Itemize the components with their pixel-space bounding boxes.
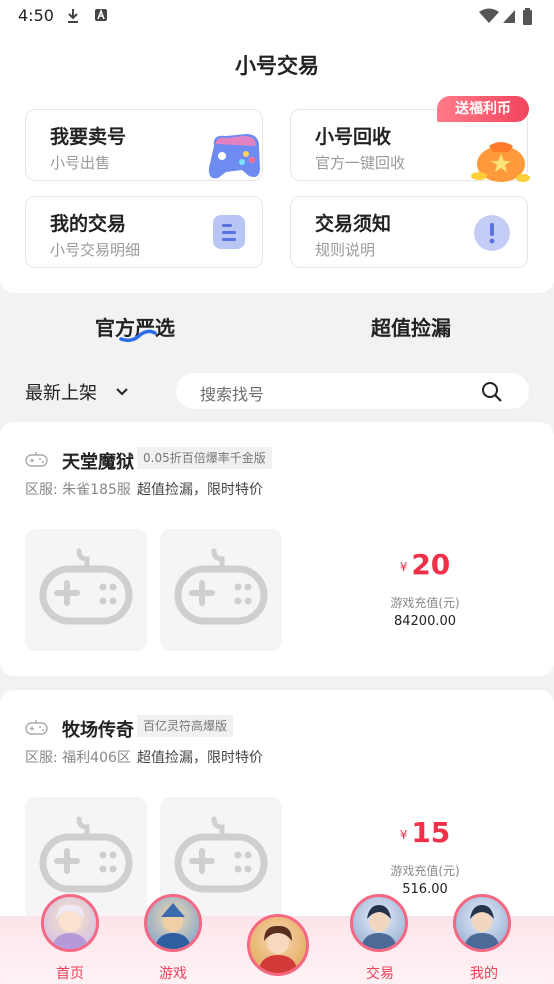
recharge-value: 84200.00 <box>393 614 457 629</box>
listing-price: ¥15 <box>380 816 470 849</box>
game-controller-icon <box>25 452 48 467</box>
exclamation-icon <box>474 215 510 251</box>
price-value: 15 <box>411 816 451 849</box>
nav-label-games[interactable]: 游戏 <box>138 963 208 983</box>
battery-icon <box>523 8 532 25</box>
character-portrait-icon <box>155 903 191 949</box>
character-portrait-icon <box>464 905 500 949</box>
nav-games-avatar[interactable] <box>144 894 202 952</box>
server-info: 区服: 福利406区 <box>25 750 131 766</box>
active-tab-indicator <box>119 329 157 343</box>
listing-description: 超值捡漏，限时特价 <box>137 482 263 498</box>
page-title: 小号交易 <box>235 54 319 78</box>
tile-subtitle: 小号交易明细 <box>50 241 141 259</box>
sell-account-tile[interactable]: 我要卖号 小号出售 <box>25 109 263 181</box>
gamepad-icon <box>208 134 260 179</box>
recharge-label: 游戏充值(元) <box>390 596 460 610</box>
status-time: 4:50 <box>18 6 54 25</box>
screenshot-placeholder[interactable] <box>25 529 147 651</box>
game-version-tag: 0.05折百倍爆率千金版 <box>137 447 272 469</box>
money-bag-icon <box>471 142 530 182</box>
nav-label-trade[interactable]: 交易 <box>345 963 415 983</box>
game-controller-icon <box>25 720 48 735</box>
sort-label: 最新上架 <box>25 383 97 404</box>
search-icon[interactable] <box>481 381 503 403</box>
server-info: 区服: 朱雀185服 <box>25 482 131 498</box>
my-trades-tile[interactable]: 我的交易 小号交易明细 <box>25 196 263 268</box>
tile-subtitle: 规则说明 <box>315 241 376 259</box>
nav-label-home[interactable]: 首页 <box>35 963 105 983</box>
tile-title: 我要卖号 <box>50 126 127 148</box>
download-icon <box>68 9 78 23</box>
tile-title: 小号回收 <box>315 126 392 148</box>
sort-dropdown[interactable]: 最新上架 <box>25 379 129 405</box>
listing-price: ¥20 <box>380 548 470 581</box>
nav-home-avatar[interactable] <box>41 894 99 952</box>
listing-description: 超值捡漏，限时特价 <box>137 750 263 766</box>
game-name: 天堂魔狱 <box>62 452 134 473</box>
game-name: 牧场传奇 <box>62 720 134 741</box>
screenshot-placeholder[interactable] <box>160 529 282 651</box>
signal-icon <box>503 10 515 23</box>
text-a-icon <box>95 8 107 21</box>
currency-symbol: ¥ <box>399 560 408 574</box>
chevron-down-icon <box>116 388 128 396</box>
character-portrait-icon <box>52 904 88 949</box>
tile-subtitle: 官方一键回收 <box>315 154 406 172</box>
tab-bargain[interactable]: 超值捡漏 <box>371 312 451 341</box>
gamepad-placeholder-icon <box>39 816 133 893</box>
nav-label-profile[interactable]: 我的 <box>449 963 519 983</box>
character-portrait-icon <box>258 925 298 973</box>
recharge-value: 516.00 <box>402 882 448 897</box>
search-placeholder: 搜索找号 <box>200 385 265 404</box>
gamepad-placeholder-icon <box>174 816 268 893</box>
tile-title: 交易须知 <box>315 213 392 235</box>
game-version-tag: 百亿灵符高爆版 <box>137 715 234 737</box>
nav-center-avatar[interactable] <box>247 914 309 976</box>
tile-title: 我的交易 <box>50 213 127 235</box>
listing-card[interactable]: 天堂魔狱 0.05折百倍爆率千金版 区服: 朱雀185服 超值捡漏，限时特价 ¥… <box>0 422 554 676</box>
wifi-icon <box>479 8 499 23</box>
tile-subtitle: 小号出售 <box>50 154 111 172</box>
reward-coin-badge: 送福利币 <box>437 96 529 122</box>
search-input[interactable]: 搜索找号 <box>176 373 529 409</box>
character-portrait-icon <box>361 905 397 949</box>
document-list-icon <box>213 215 245 249</box>
nav-profile-avatar[interactable] <box>453 894 511 952</box>
currency-symbol: ¥ <box>399 828 408 842</box>
nav-trade-avatar[interactable] <box>350 894 408 952</box>
gamepad-placeholder-icon <box>39 548 133 625</box>
price-value: 20 <box>411 548 451 581</box>
trade-rules-tile[interactable]: 交易须知 规则说明 <box>290 196 528 268</box>
gamepad-placeholder-icon <box>174 548 268 625</box>
status-bar: 4:50 <box>0 0 554 32</box>
recharge-label: 游戏充值(元) <box>390 864 460 878</box>
